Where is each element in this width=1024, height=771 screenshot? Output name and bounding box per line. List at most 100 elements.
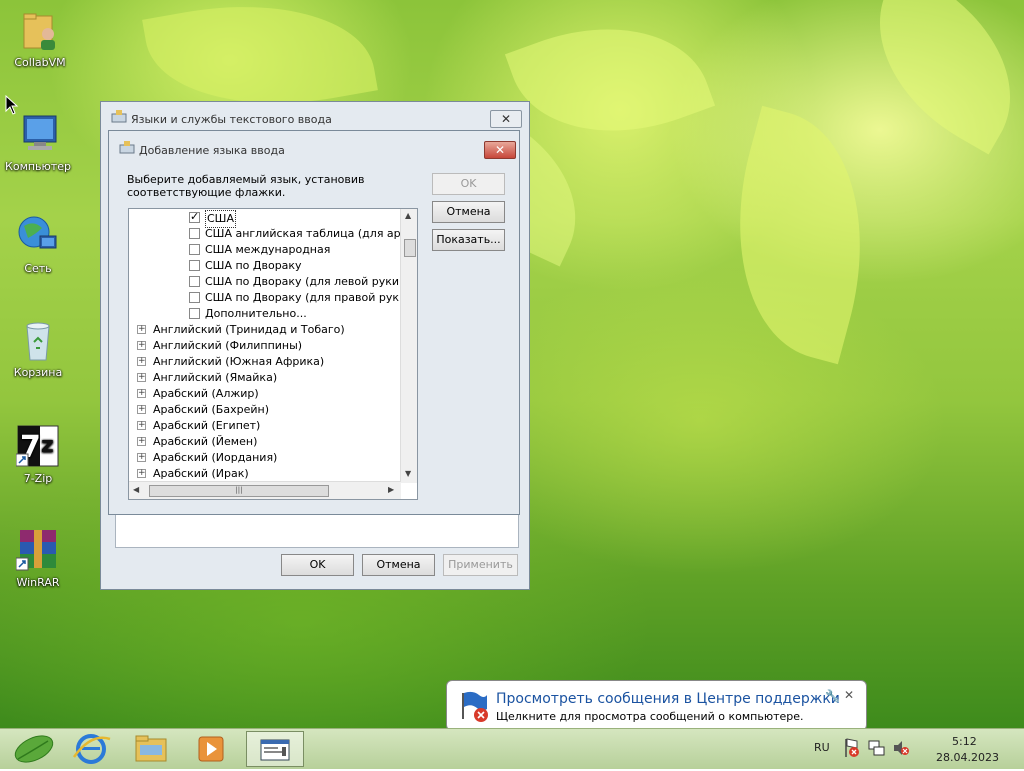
taskbar-internet-explorer[interactable] [62, 731, 120, 767]
taskbar-file-explorer[interactable] [122, 731, 180, 767]
desktop-icon-label: Сеть [24, 262, 52, 275]
scroll-thumb[interactable]: ||| [149, 485, 329, 497]
notification-text: Щелкните для просмотра сообщений о компь… [496, 710, 804, 723]
7zip-icon: 7z [15, 424, 60, 468]
media-player-icon [198, 736, 224, 762]
cancel-button[interactable]: Отмена [432, 201, 505, 223]
checkbox-row[interactable]: США международная [189, 242, 409, 258]
vertical-scrollbar[interactable]: ▲ ▼ [400, 209, 417, 483]
language-label: Арабский (Египет) [153, 419, 261, 432]
desktop-icon-7zip[interactable]: 7z 7-Zip [0, 424, 76, 485]
desktop-icon-network[interactable]: Сеть [0, 214, 76, 275]
desktop-icon-recycle-bin[interactable]: Корзина [0, 318, 76, 379]
cancel-button[interactable]: Отмена [362, 554, 435, 576]
language-label: Арабский (Бахрейн) [153, 403, 269, 416]
expand-plus-icon[interactable]: + [137, 373, 146, 382]
keyboard-icon [111, 110, 127, 124]
checkbox-label: США по Двораку [205, 259, 302, 272]
folder-icon [135, 735, 167, 762]
desktop-icon-collabvm[interactable]: CollabVM [2, 8, 78, 69]
dialog-title: Добавление языка ввода [139, 144, 285, 157]
window-app-icon [260, 739, 290, 761]
taskbar-control-panel-window[interactable] [246, 731, 304, 767]
checkbox-row[interactable]: США по Двораку [189, 258, 409, 274]
expand-plus-icon[interactable]: + [137, 357, 146, 366]
dialog-title: Языки и службы текстового ввода [131, 113, 332, 126]
volume-muted-icon[interactable] [892, 739, 910, 760]
language-label: Арабский (Йемен) [153, 435, 258, 448]
wrench-icon[interactable]: 🔧 [825, 689, 840, 703]
checkbox[interactable] [189, 244, 200, 255]
checkbox[interactable] [189, 228, 200, 239]
computer-icon [16, 112, 60, 156]
leaf-start-icon [14, 735, 54, 763]
desktop-icon-label: 7-Zip [23, 472, 53, 485]
action-center-flag-icon[interactable] [842, 737, 862, 762]
clock-time[interactable]: 5:12 [952, 735, 977, 748]
language-label: Арабский (Алжир) [153, 387, 259, 400]
ok-button[interactable]: OK [281, 554, 354, 576]
desktop-icon-label: Компьютер [5, 160, 71, 173]
checkbox-row[interactable]: США [189, 209, 409, 228]
desktop-icon-label: Корзина [13, 366, 63, 379]
expand-plus-icon[interactable]: + [137, 437, 146, 446]
clock-date[interactable]: 28.04.2023 [936, 751, 999, 764]
checkbox[interactable] [189, 308, 200, 319]
language-label: Английский (Ямайка) [153, 371, 278, 384]
expand-plus-icon[interactable]: + [137, 469, 146, 478]
language-indicator[interactable]: RU [814, 741, 830, 754]
svg-text:z: z [41, 433, 54, 458]
checkbox-row[interactable]: США по Двораку (для левой руки) [189, 274, 409, 290]
scroll-up-icon[interactable]: ▲ [405, 211, 411, 220]
ok-button[interactable]: OK [432, 173, 505, 195]
network-globe-icon [16, 214, 60, 258]
expand-plus-icon[interactable]: + [137, 325, 146, 334]
winrar-icon [15, 528, 60, 572]
checkbox[interactable] [189, 276, 200, 287]
language-label: Арабский (Иордания) [153, 451, 278, 464]
checkbox[interactable] [189, 292, 200, 303]
expand-plus-icon[interactable]: + [137, 421, 146, 430]
language-tree[interactable]: СШАСША английская таблица (для арабск США… [128, 208, 418, 500]
recycle-bin-icon [16, 318, 60, 362]
checkbox-row[interactable]: США по Двораку (для правой руки) [189, 290, 411, 306]
dialog-titlebar[interactable]: Добавление языка ввода ✕ [109, 131, 519, 159]
dialog-titlebar[interactable]: Языки и службы текстового ввода ✕ [101, 102, 529, 130]
user-folder-icon [18, 8, 62, 52]
checkbox[interactable] [189, 209, 200, 225]
scroll-right-icon[interactable]: ▶ [388, 485, 394, 494]
scroll-left-icon[interactable]: ◀ [133, 485, 139, 494]
checkbox[interactable] [189, 260, 200, 271]
notification-balloon[interactable]: Просмотреть сообщения в Центре поддержки… [446, 680, 867, 731]
expand-plus-icon[interactable]: + [137, 341, 146, 350]
close-notification-icon[interactable]: ✕ [844, 688, 854, 702]
taskbar-media-player[interactable] [182, 731, 240, 767]
notification-title[interactable]: Просмотреть сообщения в Центре поддержки [496, 691, 840, 707]
start-button[interactable] [4, 731, 58, 767]
expand-plus-icon[interactable]: + [137, 389, 146, 398]
language-label: Английский (Филиппины) [153, 339, 303, 352]
close-button[interactable]: ✕ [484, 141, 516, 159]
scroll-down-icon[interactable]: ▼ [405, 469, 411, 478]
desktop-icon-computer[interactable]: Компьютер [0, 112, 76, 173]
internet-explorer-icon [72, 734, 111, 764]
checkbox-label: США по Двораку (для правой руки) [205, 291, 411, 304]
expand-plus-icon[interactable]: + [137, 453, 146, 462]
horizontal-scrollbar[interactable]: ◀ ||| ▶ [129, 481, 401, 499]
checkbox-label: Дополнительно... [205, 307, 307, 320]
checkbox-row[interactable]: Дополнительно... [189, 306, 409, 322]
expand-plus-icon[interactable]: + [137, 405, 146, 414]
show-button[interactable]: Показать... [432, 229, 505, 251]
keyboard-icon [119, 141, 135, 155]
language-label: Арабский (Ирак) [153, 467, 249, 480]
desktop-icon-winrar[interactable]: WinRAR [0, 528, 76, 589]
network-tray-icon[interactable] [868, 739, 886, 760]
action-center-flag-icon [457, 689, 491, 726]
add-input-language-dialog: Добавление языка ввода ✕ Выберите добавл… [108, 130, 520, 515]
apply-button[interactable]: Применить [443, 554, 518, 576]
close-button[interactable]: ✕ [490, 110, 522, 128]
language-label: Английский (Тринидад и Тобаго) [153, 323, 345, 336]
checkbox-row[interactable]: США английская таблица (для арабск [189, 226, 417, 242]
scroll-thumb[interactable] [404, 239, 416, 257]
checkbox-label: США по Двораку (для левой руки) [205, 275, 404, 288]
